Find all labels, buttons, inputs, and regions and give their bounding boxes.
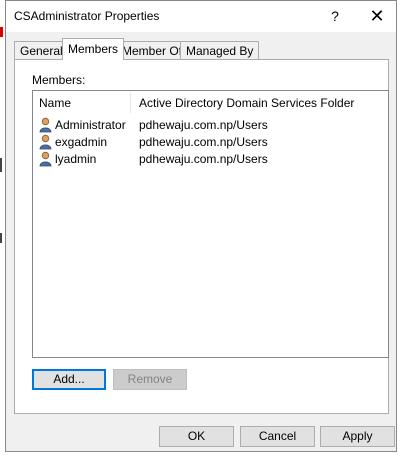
help-button[interactable]: ? [320, 5, 350, 27]
tab-managed-by[interactable]: Managed By [180, 41, 260, 59]
tab-members[interactable]: Members [62, 38, 125, 60]
member-folder: pdhewaju.com.np/Users [139, 135, 268, 149]
list-item[interactable]: exgadmin pdhewaju.com.np/Users [33, 134, 388, 151]
column-separator[interactable] [130, 93, 131, 113]
list-item[interactable]: lyadmin pdhewaju.com.np/Users [33, 151, 388, 168]
tab-general[interactable]: General [14, 41, 69, 59]
member-name: lyadmin [55, 152, 97, 166]
user-icon [39, 134, 52, 150]
member-name: exgadmin [55, 135, 108, 149]
members-label: Members: [32, 73, 86, 87]
title-bar: CSAdministrator Properties ? ✕ [6, 1, 396, 32]
members-list[interactable]: Name Active Directory Domain Services Fo… [32, 90, 389, 358]
remove-button[interactable]: Remove [113, 369, 187, 390]
member-name: Administrator [55, 118, 126, 132]
members-tab-panel: Members: Name Active Directory Domain Se… [14, 59, 389, 414]
close-button[interactable]: ✕ [362, 5, 392, 27]
background-window-mark [0, 158, 2, 172]
member-folder: pdhewaju.com.np/Users [139, 152, 268, 166]
background-window-mark [0, 27, 3, 37]
background-window-mark [0, 233, 2, 243]
list-item[interactable]: Administrator pdhewaju.com.np/Users [33, 117, 388, 134]
add-button[interactable]: Add... [32, 369, 106, 390]
cancel-button[interactable]: Cancel [240, 426, 315, 447]
apply-button[interactable]: Apply [320, 426, 395, 447]
tab-member-of[interactable]: Member Of [116, 41, 189, 59]
user-icon [39, 117, 52, 133]
member-folder: pdhewaju.com.np/Users [139, 118, 268, 132]
column-header-name[interactable]: Name [39, 96, 71, 110]
column-header-folder[interactable]: Active Directory Domain Services Folder [139, 96, 354, 110]
dialog-title: CSAdministrator Properties [14, 9, 160, 23]
user-icon [39, 151, 52, 167]
ok-button[interactable]: OK [159, 426, 234, 447]
properties-dialog: CSAdministrator Properties ? ✕ General M… [5, 0, 397, 452]
